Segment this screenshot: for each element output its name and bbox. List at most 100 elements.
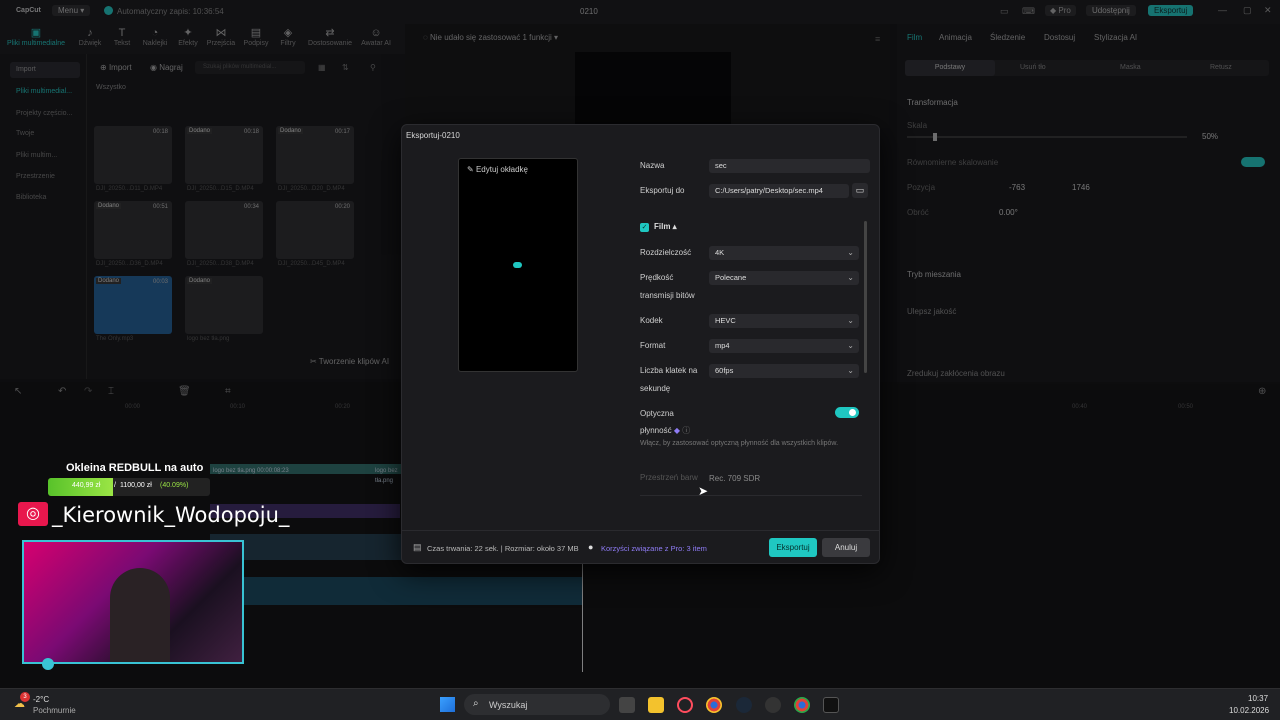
zoom-fit-icon[interactable]: ⊕ [1258,386,1266,397]
position-x[interactable]: -763 [1009,183,1025,192]
sort-icon[interactable]: ⇅ [342,63,349,72]
opera-icon[interactable] [677,697,693,713]
edit-cover-button[interactable]: ✎ Edytuj okładkę [467,165,528,174]
uniform-scale-toggle[interactable] [1241,157,1265,167]
split-icon[interactable]: ⌶ [108,386,114,397]
cancel-button[interactable]: Anuluj [822,538,870,557]
project-name[interactable]: 0210 [580,7,598,16]
subtab-basic[interactable]: Podstawy [905,60,995,76]
subtab-mask[interactable]: Maska [1120,64,1141,71]
file-explorer-icon[interactable] [648,697,664,713]
enhance-heading[interactable]: Ulepsz jakość [907,307,956,316]
tool-adjust[interactable]: ⇄ Dostosowanie [305,26,355,47]
media-thumb[interactable]: Dodano [185,276,263,334]
preview-menu-icon[interactable]: ≡ [875,34,880,44]
film-section-toggle[interactable]: Film ▴ [654,222,677,231]
export-top-button[interactable]: Eksportuj [1148,5,1194,16]
preview-notice[interactable]: ◌ Nie udało się zastosować 1 funkcji ▾ [423,33,558,42]
export-path-input[interactable]: C:/Users/patry/Desktop/sec.mp4 [709,184,849,198]
logo-clip[interactable]: logo bez tła.png 00:00:08:23 [210,464,400,474]
search-input[interactable]: Szukaj plików multimedial... [195,61,305,74]
export-button[interactable]: Eksportuj [769,538,817,557]
close-icon[interactable]: ✕ [1264,5,1272,16]
nav-media-files[interactable]: Pliki multim... [10,148,80,164]
pro-benefits-link[interactable]: Korzyści związane z Pro: 3 item [601,544,707,553]
minimize-icon[interactable]: — [1218,5,1227,15]
task-view-icon[interactable] [619,697,635,713]
media-thumb[interactable]: 00:18 [94,126,172,184]
media-thumb[interactable]: Dodano 00:18 [185,126,263,184]
taskbar-search[interactable]: ⌕ Wyszukaj [464,694,610,715]
tool-avatar[interactable]: ☺ Awatar AI [356,26,396,47]
film-checkbox[interactable]: ✓ [640,223,649,232]
layout-icon[interactable]: ▭ [1000,6,1009,17]
delete-icon[interactable]: 🗑 [178,386,191,397]
name-input[interactable]: sec [709,159,870,173]
ai-clips-button[interactable]: ✂ Tworzenie klipów AI [310,357,389,366]
tab-ai-style[interactable]: Stylizacja AI [1094,33,1137,42]
slider-handle[interactable] [933,133,937,141]
scrollbar[interactable] [864,221,867,373]
resolution-select[interactable]: 4K ⌄ [709,246,859,260]
share-button[interactable]: Udostępnij [1086,5,1136,16]
tab-animation[interactable]: Animacja [939,33,972,42]
tool-transitions[interactable]: ⋈ Przejścia [203,26,239,47]
windows-start-icon[interactable] [440,697,455,712]
menu-button[interactable]: Menu ▾ [52,5,91,16]
nav-yours[interactable]: Twoje [10,126,80,142]
steam-icon[interactable] [736,697,752,713]
import-button[interactable]: ⊕ Import [100,63,132,72]
tab-film[interactable]: Film [907,33,922,42]
tab-tracking[interactable]: Śledzenie [990,33,1025,42]
select-tool-icon[interactable]: ↖ [14,386,22,397]
tool-text[interactable]: T Tekst [104,26,140,47]
capcut-icon[interactable] [823,697,839,713]
nav-spaces[interactable]: Przestrzenie [10,169,80,185]
scale-value[interactable]: 50% [1202,132,1218,141]
help-icon[interactable]: ⓘ [682,426,690,435]
subtab-remove-bg[interactable]: Usuń tło [1020,64,1046,71]
nav-projects[interactable]: Projekty częścio... [10,106,80,122]
denoise-heading[interactable]: Zredukuj zakłócenia obrazu [907,369,1005,378]
filter-icon[interactable]: ⚲ [370,63,376,72]
media-thumb[interactable]: Dodano 00:03 [94,276,172,334]
folder-icon[interactable]: ▭ [852,183,868,198]
nav-import[interactable]: Import [10,62,80,78]
fps-select[interactable]: 60fps ⌄ [709,364,859,378]
tab-adjust[interactable]: Dostosuj [1044,33,1075,42]
audio-clip[interactable] [240,577,582,605]
tool-filters[interactable]: ◈ Filtry [270,26,306,47]
redo-icon[interactable]: ↷ [84,386,92,397]
position-y[interactable]: 1746 [1072,183,1090,192]
optical-flow-toggle[interactable] [835,407,859,418]
tool-effects[interactable]: ✦ Efekty [170,26,206,47]
bitrate-select[interactable]: Polecane ⌄ [709,271,859,285]
obs-icon[interactable] [765,697,781,713]
grid-view-icon[interactable]: ▦ [318,63,326,72]
tool-stickers[interactable]: ◔ Naklejki [137,26,173,47]
tool-captions[interactable]: ▤ Podpisy [238,26,274,47]
rotate-value[interactable]: 0.00° [999,208,1018,217]
record-button[interactable]: ◉ Nagraj [150,63,183,72]
media-thumb[interactable]: Dodano 00:51 [94,201,172,259]
subtab-retouch[interactable]: Retusz [1210,64,1232,71]
nav-library[interactable]: Biblioteka [10,190,80,206]
tool-media[interactable]: ▣ Pliki multimedialne [4,26,68,47]
tool-audio[interactable]: ♪ Dźwięk [72,26,108,47]
undo-icon[interactable]: ↶ [58,386,66,397]
maximize-icon[interactable]: ▢ [1243,5,1252,16]
crop-icon[interactable]: ⌗ [225,386,231,397]
scale-slider[interactable] [907,133,1187,141]
media-thumb[interactable]: 00:20 [276,201,354,259]
media-thumb[interactable]: 00:34 [185,201,263,259]
nav-media[interactable]: Pliki multimedial... [10,84,80,100]
chrome-icon[interactable] [706,697,722,713]
media-thumb[interactable]: Dodano 00:17 [276,126,354,184]
format-select[interactable]: mp4 ⌄ [709,339,859,353]
blend-heading[interactable]: Tryb mieszania [907,270,961,279]
keyboard-icon[interactable]: ⌨ [1022,6,1035,17]
pro-button[interactable]: ◆ Pro [1045,5,1076,16]
cover-preview[interactable]: ✎ Edytuj okładkę [458,158,578,372]
chrome-profile-icon[interactable] [794,697,810,713]
codec-select[interactable]: HEVC ⌄ [709,314,859,328]
